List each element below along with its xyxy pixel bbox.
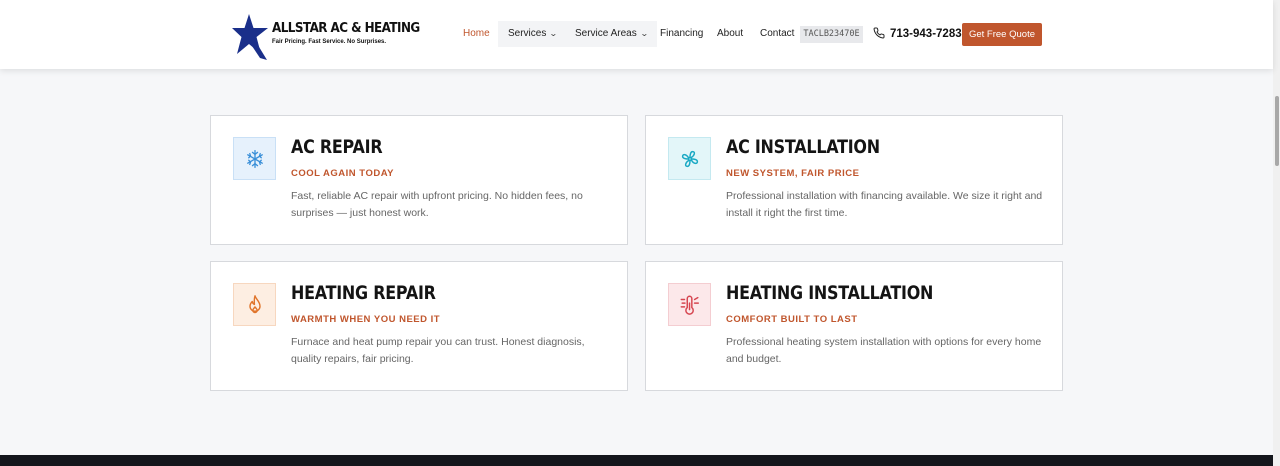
- card-subtitle: WARMTH WHEN YOU NEED IT: [291, 314, 441, 325]
- snowflake-icon: [233, 137, 276, 180]
- chevron-down-icon: ⌄: [549, 29, 559, 38]
- service-card-ac-installation[interactable]: AC INSTALLATION NEW SYSTEM, FAIR PRICE P…: [645, 115, 1063, 245]
- fan-icon: [668, 137, 711, 180]
- logo[interactable]: ALLSTAR AC & HEATING Fair Pricing. Fast …: [232, 14, 420, 60]
- nav-service-areas-label: Service Areas: [575, 28, 637, 39]
- card-description: Fast, reliable AC repair with upfront pr…: [291, 190, 583, 219]
- nav-contact[interactable]: Contact: [760, 21, 794, 47]
- scrollbar-thumb[interactable]: [1275, 96, 1279, 166]
- card-title: HEATING INSTALLATION: [726, 282, 934, 304]
- phone-number: 713-943-7283: [890, 28, 962, 40]
- thermometer-icon: [668, 283, 711, 326]
- logo-name: ALLSTAR AC & HEATING: [272, 21, 420, 36]
- code-badge: TACLB23470E: [800, 26, 863, 43]
- nav-financing[interactable]: Financing: [660, 21, 703, 47]
- phone-icon: [873, 27, 885, 39]
- service-card-heating-installation[interactable]: HEATING INSTALLATION COMFORT BUILT TO LA…: [645, 261, 1063, 391]
- card-subtitle: COOL AGAIN TODAY: [291, 168, 395, 179]
- card-title: AC INSTALLATION: [726, 136, 880, 158]
- card-title: HEATING REPAIR: [291, 282, 436, 304]
- card-description: Professional installation with financing…: [726, 190, 1043, 219]
- logo-tagline: Fair Pricing. Fast Service. No Surprises…: [272, 39, 387, 45]
- nav-service-areas-dropdown[interactable]: Service Areas ⌄: [565, 21, 658, 47]
- chevron-down-icon: ⌄: [639, 29, 649, 38]
- card-description: Furnace and heat pump repair you can tru…: [291, 336, 585, 365]
- site-header: ALLSTAR AC & HEATING Fair Pricing. Fast …: [0, 0, 1273, 69]
- nav-services-dropdown[interactable]: Services ⌄: [498, 21, 568, 47]
- nav-services-label: Services: [508, 28, 547, 39]
- get-free-quote-button[interactable]: Get Free Quote: [962, 23, 1042, 46]
- service-card-ac-repair[interactable]: AC REPAIR COOL AGAIN TODAY Fast, reliabl…: [210, 115, 628, 245]
- card-subtitle: COMFORT BUILT TO LAST: [726, 314, 858, 325]
- footer-bar: [0, 455, 1273, 466]
- phone-link[interactable]: 713-943-7283: [873, 21, 962, 47]
- service-card-heating-repair[interactable]: HEATING REPAIR WARMTH WHEN YOU NEED IT F…: [210, 261, 628, 391]
- card-subtitle: NEW SYSTEM, FAIR PRICE: [726, 168, 860, 179]
- flame-icon: [233, 283, 276, 326]
- nav-about[interactable]: About: [717, 21, 743, 47]
- nav-home[interactable]: Home: [463, 21, 490, 47]
- card-title: AC REPAIR: [291, 136, 383, 158]
- scrollbar-track[interactable]: [1273, 0, 1280, 466]
- card-description: Professional heating system installation…: [726, 336, 1042, 365]
- star-logo-icon: [232, 14, 268, 60]
